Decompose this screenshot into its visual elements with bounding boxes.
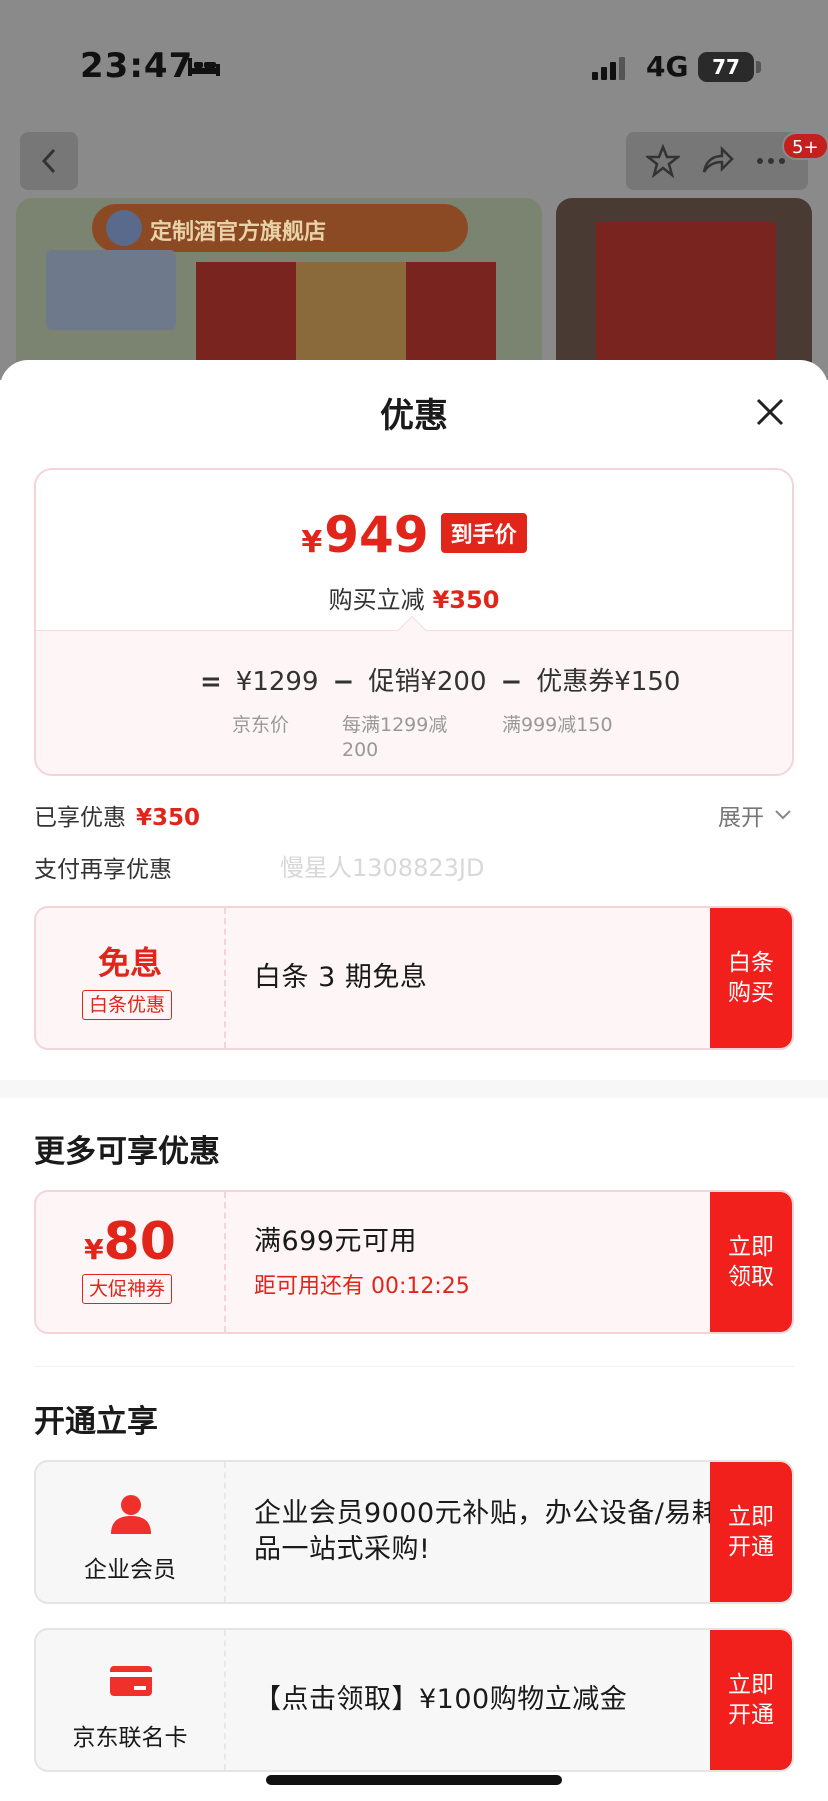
store-logo [106,210,142,246]
status-time: 23:47 [80,46,194,86]
equals-sign: = [200,667,222,697]
store-banner-text: 定制酒官方旗舰店 [150,220,327,245]
promo-desc: 每满1299减200 [342,714,448,761]
offer-body: 白条 3 期免息 [254,908,734,1048]
user-icon [111,1495,151,1534]
member-badge: 企业会员 [36,1462,226,1602]
coupon-body: 满699元可用 距可用还有 00:12:25 [254,1192,734,1332]
divider [34,1366,794,1367]
share-icon[interactable] [700,144,734,178]
expand-button[interactable]: 展开 [718,798,794,832]
offer-badge: 免息 白条优惠 [36,908,226,1048]
coupon-condition: 满699元可用 [254,1226,418,1257]
sleep-focus-icon [188,58,220,76]
formula-row: = ¥1299 − 促销¥200 − 优惠券¥150 [186,661,680,698]
card-badge: 京东联名卡 [36,1630,226,1770]
claim-coupon-button[interactable]: 立即领取 [710,1192,792,1332]
enjoyed-label: 已享优惠 [34,805,126,831]
expand-label: 展开 [718,805,764,831]
coupon-card[interactable]: ¥80 大促神券 满699元可用 距可用还有 00:12:25 立即领取 [34,1190,794,1334]
price-summary: ¥ 949 到手价 购买立减 ¥350 [36,470,792,630]
jd-price-label: 京东价 [232,714,290,736]
coupon-amount: 优惠券¥150 [536,667,681,697]
currency-symbol: ¥ [301,525,323,560]
offer-desc: 白条 3 期免息 [254,962,428,993]
price-formula: = ¥1299 − 促销¥200 − 优惠券¥150 京东价 每满1299减20… [36,630,792,774]
signal-icon [592,57,625,80]
coupon-currency: ¥ [84,1233,104,1266]
status-bar: 23:47 4G 77 [0,0,828,130]
baitiao-buy-button[interactable]: 白条购买 [710,908,792,1048]
network-label: 4G [646,50,689,83]
coupon-amount: 80 [103,1212,176,1272]
baitiao-offer-card[interactable]: 免息 白条优惠 白条 3 期免息 白条购买 [34,906,794,1050]
open-member-button[interactable]: 立即开通 [710,1462,792,1602]
coupon-countdown: 距可用还有 00:12:25 [254,1274,470,1299]
card-desc: 【点击领取】¥100购物立减金 [254,1684,628,1715]
watermark: 慢星人1308823JD [280,854,485,882]
save-label: 购买立减 [328,586,425,614]
chevron-left-icon [41,148,56,174]
battery-icon: 77 [698,52,754,82]
store-banner: 定制酒官方旗舰店 [92,204,468,252]
final-price-row: ¥ 949 到手价 [36,506,792,564]
save-amount: ¥350 [432,586,500,614]
product-banner: 定制酒官方旗舰店 [16,198,542,380]
offer-title: 免息 [97,944,162,982]
minus-sign: − [332,667,355,697]
enterprise-member-card[interactable]: 企业会员 企业会员9000元补贴，办公设备/易耗品一站式采购! 立即开通 [34,1460,794,1604]
final-price: 949 [324,506,429,564]
star-icon[interactable] [646,144,680,178]
section-gap [0,1080,828,1098]
open-card-button[interactable]: 立即开通 [710,1630,792,1770]
member-name: 企业会员 [84,1557,176,1583]
chevron-down-icon [775,810,791,820]
coupon-badge: ¥80 大促神券 [36,1192,226,1332]
member-body: 企业会员9000元补贴，办公设备/易耗品一站式采购! [254,1462,734,1602]
back-button[interactable] [20,132,78,190]
enjoyed-amount: ¥350 [136,805,201,831]
offer-tag: 白条优惠 [82,990,173,1020]
sheet-title: 优惠 [380,396,448,436]
jd-price: ¥1299 [235,667,319,697]
close-icon[interactable] [748,390,792,434]
jd-card-card[interactable]: 京东联名卡 【点击领取】¥100购物立减金 立即开通 [34,1628,794,1772]
coupon-value: ¥80 [36,1212,224,1272]
background-page: 23:47 4G 77 5+ 定制酒官方旗舰店 [0,0,828,380]
discount-sheet: 优惠 ¥ 949 到手价 购买立减 ¥350 = ¥1299 − 促销¥200 −… [0,360,828,1801]
card-body: 【点击领取】¥100购物立减金 [254,1630,734,1770]
minus-sign: − [500,667,523,697]
battery-tip [756,61,761,73]
message-badge: 5+ [782,132,828,160]
nav-actions [626,132,808,190]
coupon-desc: 满999减150 [502,714,613,736]
promo-tag-image [46,250,176,330]
final-price-tag: 到手价 [440,513,527,553]
pay-more-label: 支付再享优惠 [34,857,172,883]
product-box-image [596,222,776,380]
enjoyed-discount: 已享优惠 ¥350 [34,798,200,832]
save-row: 购买立减 ¥350 [36,580,792,615]
card-icon [110,1666,152,1696]
member-desc: 企业会员9000元补贴，办公设备/易耗品一站式采购! [254,1498,720,1565]
home-indicator[interactable] [266,1775,562,1785]
card-name: 京东联名卡 [72,1725,188,1751]
promo-amount: 促销¥200 [368,667,487,697]
open-enjoy-title: 开通立享 [34,1404,158,1440]
product-thumbnail [556,198,812,380]
more-offers-title: 更多可享优惠 [34,1134,220,1170]
price-breakdown-card: ¥ 949 到手价 购买立减 ¥350 = ¥1299 − 促销¥200 − 优惠… [34,468,794,776]
coupon-tag: 大促神券 [82,1274,173,1304]
